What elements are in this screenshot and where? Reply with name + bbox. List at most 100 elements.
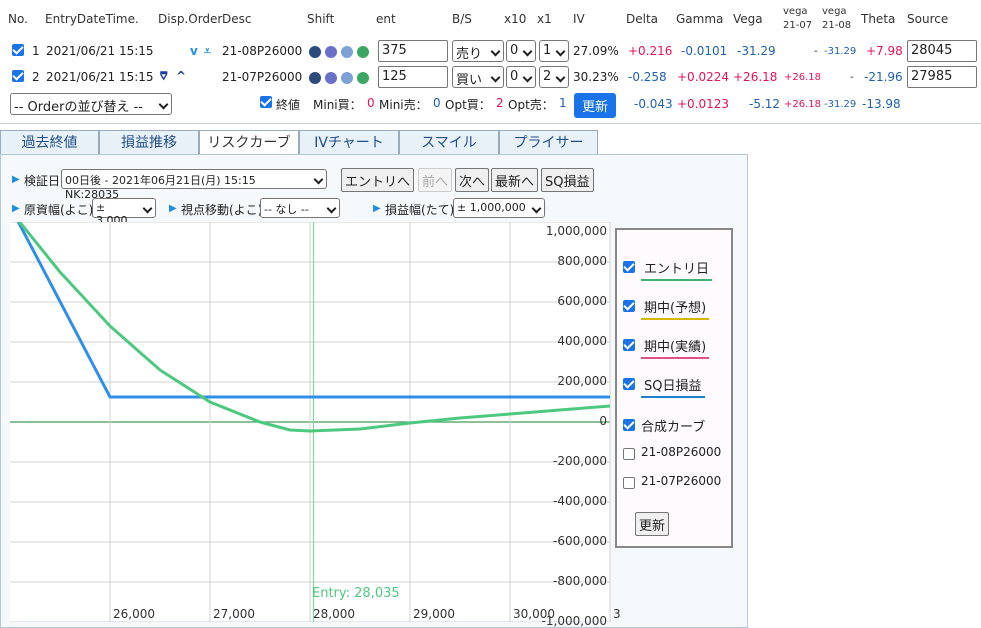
move-top-icon[interactable]: ⩢	[160, 69, 167, 84]
row-gamma: +0.0224	[677, 70, 730, 84]
legend-item-label: 21-07P26000	[641, 474, 722, 488]
total-vega-2108: -31.29	[824, 99, 857, 110]
range-x-select[interactable]: ± 3,000	[92, 198, 156, 227]
y-tick-label: 400,000	[557, 334, 607, 348]
source-input[interactable]: 27985	[907, 66, 977, 88]
verify-date-select[interactable]: 00日後 - 2021年06月21日(月) 15:15 NK:28035	[61, 169, 327, 201]
prev-button[interactable]: 前へ	[418, 168, 453, 192]
col-vega: Vega	[733, 12, 763, 26]
range-y-arrow-icon: ▶	[373, 203, 381, 214]
x-tick-label: 3	[613, 607, 621, 621]
shift-up-icon[interactable]	[325, 46, 337, 58]
range-y-label: 損益幅(たて)	[385, 203, 455, 217]
entry-button[interactable]: エントリへ	[341, 168, 415, 192]
move-up-icon[interactable]: ^	[176, 69, 186, 83]
col-iv: IV	[573, 12, 585, 26]
view-select[interactable]: -- なし --	[260, 198, 340, 218]
range-y-select[interactable]: ± 1,000,000	[453, 198, 545, 218]
row-iv: 27.09%	[573, 44, 619, 58]
shift-right-icon[interactable]	[357, 46, 369, 58]
tab-pricer[interactable]: プライサー	[499, 130, 598, 154]
tab-smile[interactable]: スマイル	[399, 130, 499, 154]
x10-select[interactable]: 0	[506, 66, 536, 88]
mini-buy-label: Mini買：	[313, 98, 362, 112]
risk-curve-chart	[10, 222, 611, 622]
col-theta: Theta	[861, 12, 896, 26]
move-down-icon[interactable]: v	[190, 44, 198, 58]
legend-checkbox[interactable]	[623, 378, 635, 390]
ent-input[interactable]: 375	[378, 40, 448, 62]
x10-select[interactable]: 0	[506, 40, 536, 62]
opt-buy-label: Opt買：	[445, 98, 491, 112]
row-gamma: -0.0101	[681, 44, 728, 58]
ent-input[interactable]: 125	[378, 66, 448, 88]
legend-checkbox[interactable]	[623, 448, 635, 460]
final-price-label: 終値	[276, 98, 301, 112]
tab-pnl-trend[interactable]: 損益推移	[99, 130, 199, 154]
tab-risk-curve[interactable]: リスクカーブ	[199, 130, 299, 155]
x-tick-label: 30,000	[513, 607, 555, 621]
legend-item-label: SQ日損益	[641, 375, 705, 398]
tab-iv-chart[interactable]: IVチャート	[299, 130, 399, 154]
sq-pnl-button[interactable]: SQ損益	[541, 168, 594, 192]
verify-arrow-icon: ▶	[12, 174, 20, 185]
bs-select[interactable]: 売り	[452, 40, 504, 62]
x1-select[interactable]: 2	[539, 66, 569, 88]
view-label: 視点移動(よこ)	[181, 203, 263, 217]
row-vega-2108: -31.29	[824, 46, 857, 57]
legend-update-button[interactable]: 更新	[635, 512, 670, 536]
x-tick-label: 26,000	[113, 607, 155, 621]
shift-left-icon[interactable]	[341, 72, 353, 84]
col-source: Source	[907, 12, 949, 26]
shift-right-icon[interactable]	[357, 72, 369, 84]
mini-sell-label: Mini売：	[379, 98, 428, 112]
row-theta: +7.98	[866, 44, 903, 58]
legend-checkbox[interactable]	[623, 419, 635, 431]
row-desc: 21-08P26000	[222, 44, 303, 58]
legend-checkbox[interactable]	[623, 261, 635, 273]
next-button[interactable]: 次へ	[455, 168, 490, 192]
tab-past-close[interactable]: 過去終値	[0, 130, 99, 154]
latest-button[interactable]: 最新へ	[491, 168, 539, 192]
legend-checkbox[interactable]	[623, 477, 635, 489]
row-checkbox[interactable]	[12, 44, 24, 56]
legend-item-label: 合成カーブ	[641, 420, 706, 435]
total-gamma: +0.0123	[677, 97, 730, 111]
mini-sell-count: 0	[433, 96, 441, 110]
shift-up-icon[interactable]	[325, 72, 337, 84]
final-price-checkbox[interactable]	[260, 96, 272, 108]
legend-checkbox[interactable]	[623, 300, 635, 312]
col-bs: B/S	[452, 12, 472, 26]
row-no: 2	[32, 70, 40, 84]
shift-left-icon[interactable]	[341, 46, 353, 58]
row-delta: +0.216	[628, 44, 673, 58]
update-button[interactable]: 更新	[574, 93, 617, 118]
mini-buy-count: 0	[367, 96, 375, 110]
row-vega: -31.29	[737, 44, 776, 58]
x-tick-label: 27,000	[213, 607, 255, 621]
total-theta: -13.98	[862, 97, 901, 111]
bs-select[interactable]: 買い	[452, 66, 504, 88]
row-date: 2021/06/21 15:15	[46, 44, 154, 58]
total-delta: -0.043	[634, 97, 673, 111]
col-desc: Desc	[222, 12, 252, 26]
col-vega-2107-a: vega	[783, 6, 808, 17]
shift-down-icon[interactable]	[309, 72, 321, 84]
order-sort-select[interactable]: -- Orderの並び替え --	[10, 93, 172, 115]
entry-marker-label: Entry: 28,035	[312, 586, 400, 601]
range-x-label: 原資幅(よこ)	[24, 203, 94, 217]
col-entry-date: EntryDateTime.	[45, 12, 139, 26]
legend-checkbox[interactable]	[623, 339, 635, 351]
x1-select[interactable]: 1	[539, 40, 569, 62]
col-vega-2108-b: 21-08	[822, 20, 852, 31]
source-input[interactable]: 28045	[907, 40, 977, 62]
row-checkbox[interactable]	[12, 70, 24, 82]
row-iv: 30.23%	[573, 70, 619, 84]
col-disp-order: Disp.Order	[158, 12, 223, 26]
total-vega: -5.12	[749, 97, 781, 111]
col-x10: x10	[504, 12, 527, 26]
col-x1: x1	[537, 12, 552, 26]
move-bottom-icon[interactable]: ⩡	[204, 44, 211, 59]
shift-down-icon[interactable]	[309, 46, 321, 58]
col-no: No.	[8, 12, 28, 26]
